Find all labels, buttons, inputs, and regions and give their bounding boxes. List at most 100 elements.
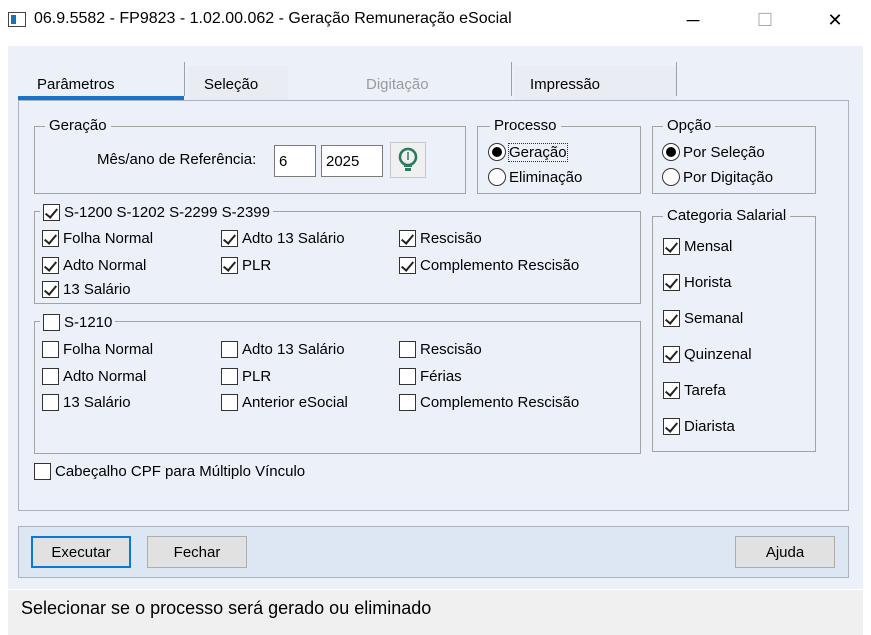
minimize-button[interactable]: ─: [670, 0, 716, 40]
maximize-icon: ☐: [756, 9, 774, 30]
checkbox-label: Diarista: [684, 417, 735, 435]
s1210-folha-normal-checkbox[interactable]: Folha Normal: [42, 339, 153, 359]
categoria-mensal-checkbox[interactable]: Mensal: [663, 236, 732, 256]
checkbox-label: 13 Salário: [63, 393, 131, 411]
s1210-adto-normal-checkbox[interactable]: Adto Normal: [42, 366, 146, 386]
s1200-complemento-rescisao-checkbox[interactable]: Complemento Rescisão: [399, 255, 579, 275]
close-button[interactable]: ✕: [812, 0, 858, 40]
checkbox-box: [399, 229, 416, 247]
checkbox-label: Cabeçalho CPF para Múltiplo Vínculo: [55, 462, 306, 480]
s1210-anterior-esocial-checkbox[interactable]: Anterior eSocial: [221, 392, 348, 412]
tab-impressao[interactable]: Impressão: [514, 66, 676, 100]
categoria-semanal-checkbox[interactable]: Semanal: [663, 308, 743, 328]
tab-divider: [511, 62, 512, 96]
s1210-complemento-rescisao-checkbox[interactable]: Complemento Rescisão: [399, 392, 579, 412]
checkbox-label: Adto 13 Salário: [242, 340, 345, 358]
lookup-button[interactable]: [390, 142, 426, 178]
checkbox-label: Adto 13 Salário: [242, 229, 345, 247]
tab-parametros[interactable]: Parâmetros: [18, 66, 184, 100]
s1210-plr-checkbox[interactable]: PLR: [221, 366, 271, 386]
checkbox-label: Tarefa: [684, 381, 726, 399]
categoria-diarista-checkbox[interactable]: Diarista: [663, 416, 735, 436]
minimize-icon: ─: [686, 9, 700, 30]
checkbox-box: [221, 393, 238, 411]
radio-por-selecao-label: Por Seleção: [683, 143, 765, 161]
checkbox-label: Rescisão: [420, 340, 482, 358]
checkbox-box: [42, 340, 59, 358]
s1210-group-checkbox[interactable]: S-1210: [40, 312, 116, 332]
checkbox-box: [43, 203, 60, 221]
checkbox-box: [42, 280, 59, 298]
checkbox-box: [221, 256, 238, 274]
checkbox-label: Folha Normal: [63, 340, 154, 358]
checkbox-box: [663, 273, 680, 291]
checkbox-box: [42, 256, 59, 274]
tab-label: Seleção: [204, 76, 259, 93]
radio-por-selecao[interactable]: Por Seleção: [662, 142, 765, 162]
radio-eliminacao[interactable]: Eliminação: [488, 167, 582, 187]
categoria-horista-checkbox[interactable]: Horista: [663, 272, 732, 292]
checkbox-box: [43, 313, 60, 331]
checkbox-label: Folha Normal: [63, 229, 154, 247]
categoria-tarefa-checkbox[interactable]: Tarefa: [663, 380, 726, 400]
s1200-13-salario-checkbox[interactable]: 13 Salário: [42, 279, 131, 299]
checkbox-label: PLR: [242, 256, 272, 274]
s1200-adto-13-checkbox[interactable]: Adto 13 Salário: [221, 228, 345, 248]
checkbox-box: [663, 237, 680, 255]
processo-legend: Processo: [490, 117, 561, 134]
checkbox-box: [42, 393, 59, 411]
checkbox-label: Anterior eSocial: [242, 393, 348, 411]
checkbox-box: [663, 381, 680, 399]
reference-date-label: Mês/ano de Referência:: [97, 151, 257, 168]
month-input[interactable]: [274, 145, 316, 177]
tab-divider: [184, 62, 185, 96]
cabecalho-cpf-checkbox[interactable]: Cabeçalho CPF para Múltiplo Vínculo: [34, 461, 305, 481]
s1210-13-salario-checkbox[interactable]: 13 Salário: [42, 392, 131, 412]
executar-button[interactable]: Executar: [31, 536, 131, 568]
s1200-legend: S-1200 S-1202 S-2299 S-2399: [64, 203, 270, 221]
s1210-adto-13-checkbox[interactable]: Adto 13 Salário: [221, 339, 345, 359]
s1200-rescisao-checkbox[interactable]: Rescisão: [399, 228, 482, 248]
checkbox-label: PLR: [242, 367, 272, 385]
s1200-plr-checkbox[interactable]: PLR: [221, 255, 271, 275]
radio-indicator: [662, 143, 680, 161]
categoria-legend: Categoria Salarial: [663, 207, 791, 224]
checkbox-label: Férias: [420, 367, 462, 385]
categoria-quinzenal-checkbox[interactable]: Quinzenal: [663, 344, 752, 364]
s1200-folha-normal-checkbox[interactable]: Folha Normal: [42, 228, 153, 248]
s1210-rescisao-checkbox[interactable]: Rescisão: [399, 339, 482, 359]
status-text: Selecionar se o processo será gerado ou …: [21, 598, 432, 618]
radio-indicator: [488, 168, 506, 186]
checkbox-box: [663, 417, 680, 435]
radio-por-digitacao[interactable]: Por Digitação: [662, 167, 773, 187]
radio-geracao-label: Geração: [508, 142, 568, 162]
ajuda-button[interactable]: Ajuda: [735, 536, 835, 568]
checkbox-box: [221, 229, 238, 247]
lightbulb-icon: [398, 147, 418, 171]
close-icon: ✕: [827, 9, 843, 30]
checkbox-box: [663, 345, 680, 363]
checkbox-box: [221, 367, 238, 385]
maximize-button[interactable]: ☐: [742, 0, 788, 40]
year-input[interactable]: [321, 145, 383, 177]
tab-label: Impressão: [530, 76, 601, 93]
checkbox-box: [399, 256, 416, 274]
radio-eliminacao-label: Eliminação: [509, 168, 583, 186]
s1200-group-checkbox[interactable]: S-1200 S-1202 S-2299 S-2399: [40, 202, 273, 222]
window-title: 06.9.5582 - FP9823 - 1.02.00.062 - Geraç…: [34, 10, 512, 27]
s1200-adto-normal-checkbox[interactable]: Adto Normal: [42, 255, 146, 275]
radio-indicator: [662, 168, 680, 186]
opcao-legend: Opção: [663, 117, 716, 134]
s1210-ferias-checkbox[interactable]: Férias: [399, 366, 462, 386]
tab-selecao[interactable]: Seleção: [188, 66, 288, 100]
radio-indicator: [488, 143, 506, 161]
button-bar: [18, 526, 849, 578]
checkbox-label: Horista: [684, 273, 732, 291]
radio-geracao[interactable]: Geração: [488, 142, 568, 162]
checkbox-label: Semanal: [684, 309, 744, 327]
radio-por-digitacao-label: Por Digitação: [683, 168, 774, 186]
checkbox-label: 13 Salário: [63, 280, 131, 298]
fechar-button[interactable]: Fechar: [147, 536, 247, 568]
checkbox-box: [399, 393, 416, 411]
geracao-legend: Geração: [45, 117, 111, 134]
